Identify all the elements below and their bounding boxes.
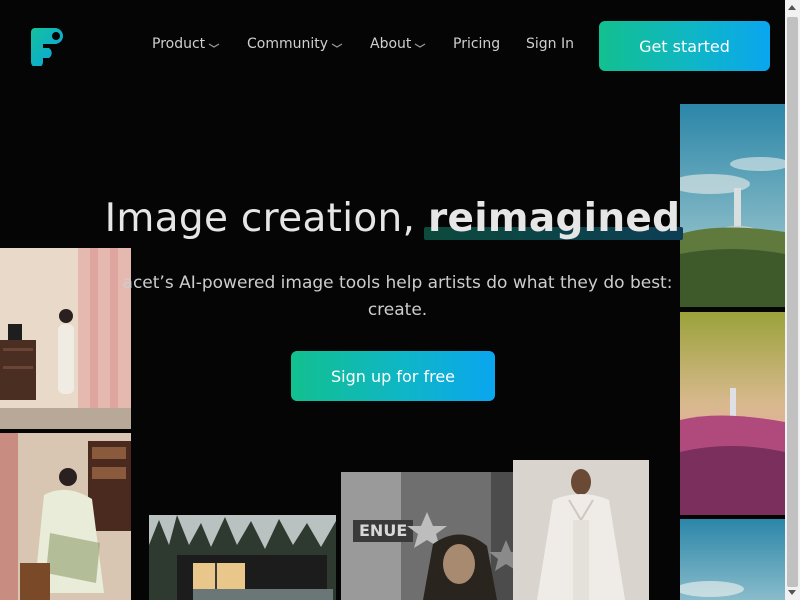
hero-headline: Image creation, reimagined xyxy=(0,196,785,241)
nav-sign-in[interactable]: Sign In xyxy=(526,36,574,52)
sign-up-free-label: Sign up for free xyxy=(331,366,455,386)
nav-about-label: About xyxy=(370,36,412,52)
facet-logo-icon[interactable] xyxy=(29,26,65,66)
hero-photo-white-coat xyxy=(513,460,649,600)
get-started-label: Get started xyxy=(639,36,730,56)
scroll-down-arrow-icon[interactable] xyxy=(788,590,796,595)
nav-community-label: Community xyxy=(247,36,329,52)
headline-highlight-text: reimagined xyxy=(427,196,681,241)
nav-about[interactable]: About xyxy=(370,36,426,52)
nav-product-label: Product xyxy=(152,36,206,52)
hero-photo-forest-cabin xyxy=(149,515,336,600)
scrollbar-thumb[interactable] xyxy=(787,17,798,587)
chevron-down-icon xyxy=(415,43,426,48)
nav-community[interactable]: Community xyxy=(247,36,343,52)
nav-pricing-label: Pricing xyxy=(453,36,501,52)
nav-pricing[interactable]: Pricing xyxy=(453,36,500,52)
hero-photo-seated-woman xyxy=(0,433,131,600)
hero-photo-sky-partial xyxy=(680,519,785,600)
nav-sign-in-label: Sign In xyxy=(526,36,574,52)
svg-text:ENUE: ENUE xyxy=(359,521,407,540)
hero-photo-monument-pink xyxy=(680,312,785,515)
headline-plain-text: Image creation, xyxy=(104,196,428,241)
headline-highlight: reimagined xyxy=(423,196,684,241)
hero-photo-floral-room xyxy=(0,248,131,429)
scroll-up-arrow-icon[interactable] xyxy=(788,5,796,10)
get-started-button[interactable]: Get started xyxy=(599,21,770,71)
hero-subtext: acet’s AI-powered image tools help artis… xyxy=(122,273,673,320)
page-scrollbar[interactable] xyxy=(785,0,800,600)
chevron-down-icon xyxy=(331,43,343,48)
sign-up-free-button[interactable]: Sign up for free xyxy=(291,351,495,401)
chevron-down-icon xyxy=(208,43,220,48)
nav-product[interactable]: Product xyxy=(152,36,220,52)
